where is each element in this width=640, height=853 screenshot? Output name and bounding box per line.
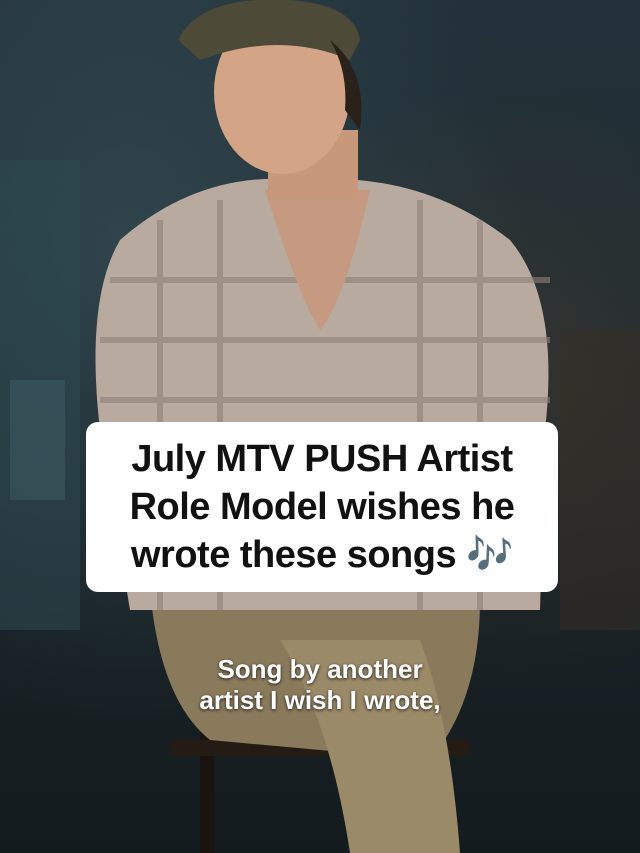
subtitle-caption: Song by another artist I wish I wrote, bbox=[120, 654, 520, 716]
title-text: July MTV PUSH Artist Role Model wishes h… bbox=[129, 438, 515, 576]
caption-line-2: artist I wish I wrote, bbox=[199, 685, 441, 715]
title-card: July MTV PUSH Artist Role Model wishes h… bbox=[86, 422, 558, 592]
caption-line-1: Song by another bbox=[217, 654, 423, 684]
